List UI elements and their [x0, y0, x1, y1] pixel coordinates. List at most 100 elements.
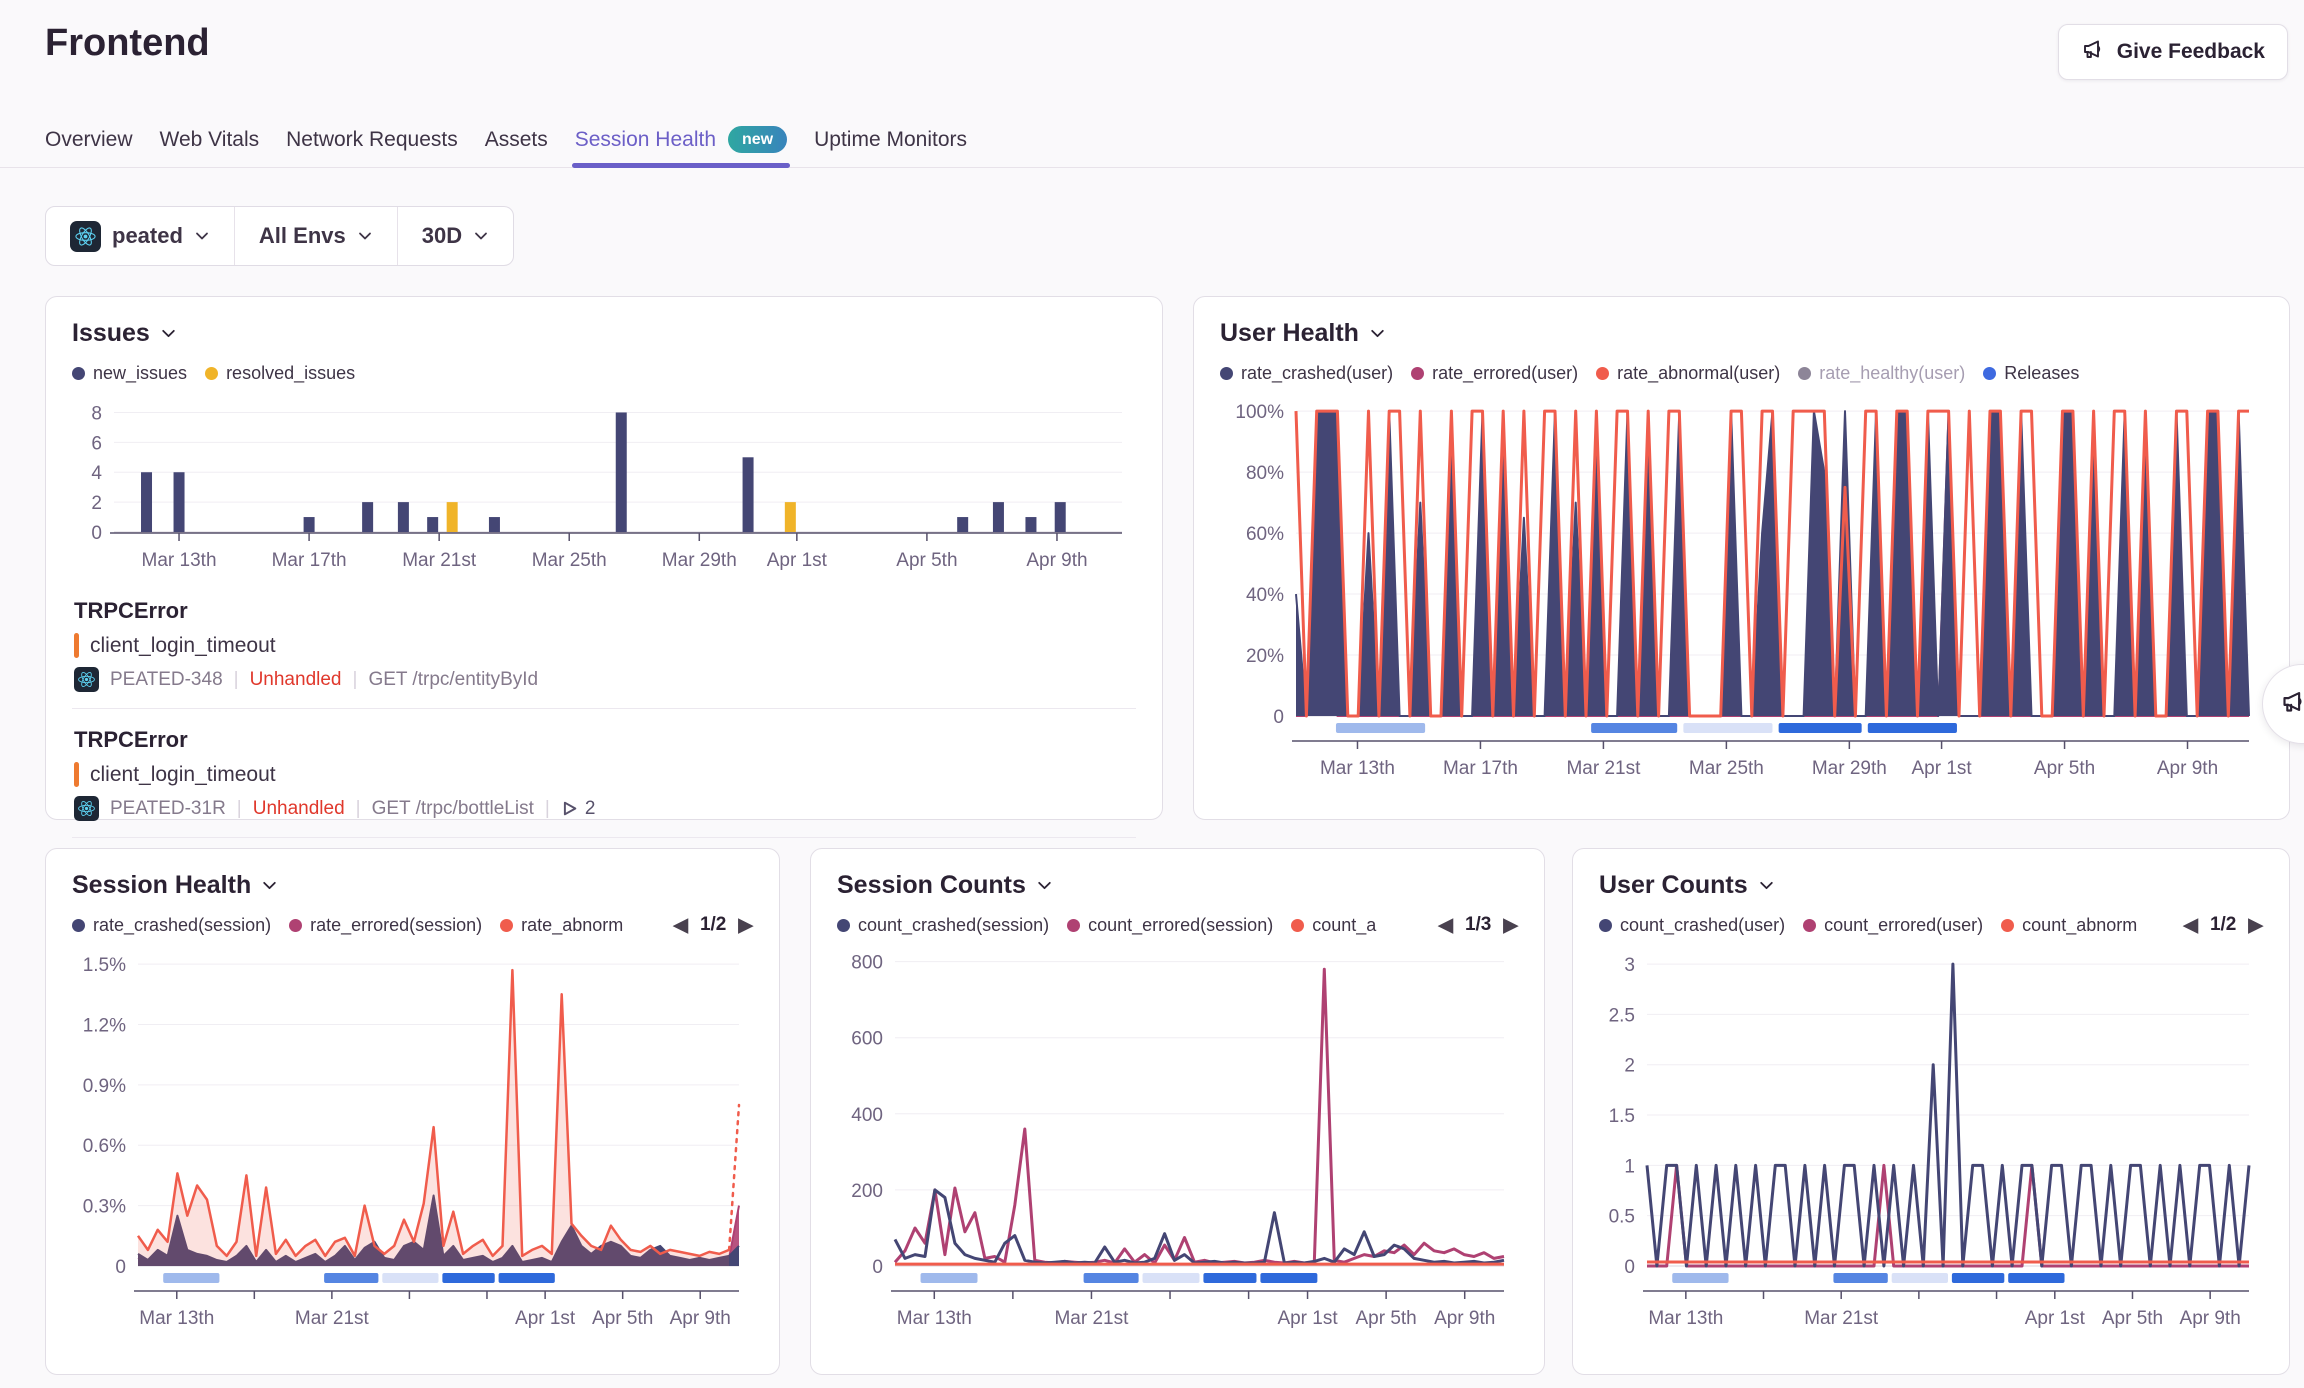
user-health-panel-title: User Health — [1220, 319, 1359, 348]
svg-text:0.9%: 0.9% — [83, 1076, 126, 1097]
pager-next-icon[interactable]: ▶ — [2248, 914, 2263, 937]
legend-item-count-errored-user[interactable]: count_errored(user) — [1803, 915, 1983, 936]
legend-item-new-issues[interactable]: new_issues — [72, 363, 187, 384]
svg-text:400: 400 — [851, 1105, 883, 1126]
issue-level-bar — [74, 762, 79, 787]
user_health-chart-svg: 100%80%60%40%20%0Mar 13thMar 17thMar 21s… — [1220, 390, 2263, 792]
date-range-filter-label: 30D — [422, 223, 462, 249]
tab-assets[interactable]: Assets — [485, 112, 548, 167]
meta-divider: | — [234, 669, 239, 691]
legend-item-resolved-issues[interactable]: resolved_issues — [205, 363, 355, 384]
pager-prev-icon[interactable]: ◀ — [673, 914, 688, 937]
pager-prev-icon[interactable]: ◀ — [2183, 914, 2198, 937]
issue-divider — [72, 837, 1136, 838]
user-counts-panel-header[interactable]: User Counts — [1599, 871, 2263, 900]
svg-text:80%: 80% — [1246, 463, 1284, 484]
pager-next-icon[interactable]: ▶ — [738, 914, 753, 937]
legend-item-count-abnorm[interactable]: count_abnorm — [2001, 915, 2137, 936]
legend-dot-icon — [1798, 367, 1811, 380]
environment-filter[interactable]: All Envs — [235, 207, 397, 265]
issue-message[interactable]: client_login_timeout — [90, 763, 276, 787]
svg-text:100%: 100% — [1235, 402, 1284, 423]
user-health-panel-header[interactable]: User Health — [1220, 319, 2263, 348]
issue-row[interactable]: TRPCErrorclient_login_timeoutPEATED-31R|… — [72, 717, 1136, 829]
svg-text:40%: 40% — [1246, 585, 1284, 606]
legend-item-rate-errored-session[interactable]: rate_errored(session) — [289, 915, 482, 936]
svg-text:1.5: 1.5 — [1609, 1106, 1635, 1127]
chevron-down-icon — [473, 228, 489, 244]
issue-handling: Unhandled — [250, 669, 342, 691]
legend-label: count_errored(session) — [1088, 915, 1273, 936]
svg-text:600: 600 — [851, 1029, 883, 1050]
legend-item-rate-errored-user[interactable]: rate_errored(user) — [1411, 363, 1578, 384]
issue-row[interactable]: TRPCErrorclient_login_timeoutPEATED-348|… — [72, 588, 1136, 700]
megaphone-icon — [2280, 688, 2304, 720]
svg-text:2.5: 2.5 — [1609, 1005, 1635, 1026]
chevron-down-icon — [1036, 877, 1053, 894]
svg-text:Mar 13th: Mar 13th — [1320, 758, 1395, 779]
tab-session-health[interactable]: Session Healthnew — [575, 112, 787, 167]
legend-label: rate_abnorm — [521, 915, 623, 936]
issues-panel-title: Issues — [72, 319, 150, 348]
svg-text:Apr 1st: Apr 1st — [1277, 1308, 1338, 1329]
legend-item-count-crashed-user[interactable]: count_crashed(user) — [1599, 915, 1785, 936]
chevron-down-icon — [194, 228, 210, 244]
legend-pager: ◀ 1/3 ▶ — [1438, 914, 1518, 937]
pager-prev-icon[interactable]: ◀ — [1438, 914, 1453, 937]
issues-list: TRPCErrorclient_login_timeoutPEATED-348|… — [72, 588, 1136, 838]
svg-text:0: 0 — [1273, 707, 1284, 728]
svg-text:20%: 20% — [1246, 646, 1284, 667]
tab-overview[interactable]: Overview — [45, 112, 133, 167]
svg-text:1.2%: 1.2% — [83, 1015, 126, 1036]
meta-divider: | — [356, 798, 361, 820]
tab-label: Network Requests — [286, 128, 458, 152]
meta-divider: | — [545, 798, 550, 820]
legend-item-rate-crashed-session[interactable]: rate_crashed(session) — [72, 915, 271, 936]
legend-item-rate-crashed-user[interactable]: rate_crashed(user) — [1220, 363, 1393, 384]
svg-text:800: 800 — [851, 953, 883, 974]
issue-handling: Unhandled — [253, 798, 345, 820]
issue-short-id: PEATED-31R — [110, 798, 226, 820]
legend-item-releases[interactable]: Releases — [1983, 363, 2079, 384]
svg-text:Apr 9th: Apr 9th — [2180, 1308, 2241, 1329]
tab-label: Overview — [45, 128, 133, 152]
legend-dot-icon — [500, 919, 513, 932]
issues-panel-header[interactable]: Issues — [72, 319, 1136, 348]
legend-item-count-crashed-session[interactable]: count_crashed(session) — [837, 915, 1049, 936]
session-health-panel-header[interactable]: Session Health — [72, 871, 753, 900]
tab-web-vitals[interactable]: Web Vitals — [160, 112, 260, 167]
legend-item-rate-abnorm[interactable]: rate_abnorm — [500, 915, 623, 936]
tab-network-requests[interactable]: Network Requests — [286, 112, 458, 167]
user_counts-chart-svg: 32.521.510.50Mar 13thMar 21stApr 1stApr … — [1599, 942, 2263, 1342]
issue-replay-count[interactable]: 2 — [561, 798, 596, 820]
issue-message[interactable]: client_login_timeout — [90, 634, 276, 658]
legend-label: count_a — [1312, 915, 1376, 936]
date-range-filter[interactable]: 30D — [398, 207, 513, 265]
give-feedback-button[interactable]: Give Feedback — [2058, 24, 2288, 80]
svg-text:Apr 1st: Apr 1st — [767, 550, 828, 571]
tab-uptime-monitors[interactable]: Uptime Monitors — [814, 112, 967, 167]
svg-text:0: 0 — [872, 1257, 883, 1278]
session-health-page: { "header": { "title": "Frontend", "give… — [0, 0, 2304, 1388]
project-filter[interactable]: peated — [46, 207, 234, 265]
svg-text:Mar 13th: Mar 13th — [897, 1308, 972, 1329]
page-title: Frontend — [45, 22, 210, 65]
new-badge: new — [728, 126, 787, 153]
user-health-chart: 100%80%60%40%20%0Mar 13thMar 17thMar 21s… — [1220, 390, 2263, 792]
svg-text:Apr 5th: Apr 5th — [2034, 758, 2095, 779]
legend-label: new_issues — [93, 363, 187, 384]
session-counts-panel-header[interactable]: Session Counts — [837, 871, 1518, 900]
svg-text:Apr 5th: Apr 5th — [896, 550, 957, 571]
legend-item-count-a[interactable]: count_a — [1291, 915, 1376, 936]
svg-text:Apr 1st: Apr 1st — [515, 1308, 576, 1329]
legend-item-count-errored-session[interactable]: count_errored(session) — [1067, 915, 1273, 936]
legend-dot-icon — [1803, 919, 1816, 932]
legend-item-rate-healthy-user[interactable]: rate_healthy(user) — [1798, 363, 1965, 384]
svg-text:8: 8 — [91, 403, 102, 424]
environment-filter-label: All Envs — [259, 223, 346, 249]
legend-item-rate-abnormal-user[interactable]: rate_abnormal(user) — [1596, 363, 1780, 384]
user-counts-panel: User Counts count_crashed(user) count_err… — [1572, 848, 2290, 1375]
pager-next-icon[interactable]: ▶ — [1503, 914, 1518, 937]
svg-text:Mar 29th: Mar 29th — [1812, 758, 1887, 779]
session-counts-chart: 8006004002000Mar 13thMar 21stApr 1stApr … — [837, 942, 1518, 1342]
